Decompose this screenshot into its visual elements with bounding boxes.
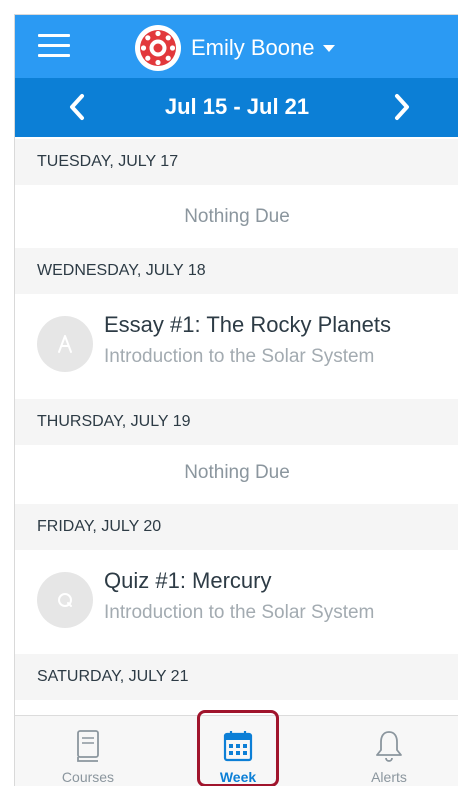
user-switcher[interactable]: Emily Boone [135, 25, 335, 71]
quiz-item[interactable]: Quiz #1: Mercury Introduction to the Sol… [15, 552, 458, 632]
day-header: THURSDAY, JULY 19 [15, 399, 458, 445]
course-name: Introduction to the Solar System [104, 346, 375, 367]
user-name: Emily Boone [191, 35, 315, 60]
assignment-title: Essay #1: The Rocky Planets [104, 312, 391, 337]
canvas-logo-icon [135, 25, 181, 71]
bell-icon [376, 731, 402, 762]
quiz-icon [37, 572, 93, 628]
menu-button[interactable] [38, 34, 70, 58]
day-header: TUESDAY, JULY 17 [15, 139, 458, 185]
tab-label: Courses [61, 769, 115, 785]
next-week-button[interactable] [385, 91, 417, 123]
menu-line [38, 54, 70, 57]
tab-courses[interactable]: Courses [28, 716, 148, 786]
nothing-due-label: Nothing Due [184, 206, 290, 227]
menu-line [38, 44, 70, 47]
week-agenda-list[interactable]: TUESDAY, JULY 17 Nothing Due WEDNESDAY, … [15, 137, 458, 711]
tab-week[interactable]: Week [178, 716, 298, 786]
menu-line [38, 34, 70, 37]
course-name: Introduction to the Solar System [104, 602, 375, 623]
app-screen: Emily Boone Jul 15 - Jul 21 TUESDAY, JUL… [14, 14, 458, 786]
calendar-icon [223, 731, 253, 762]
quiz-title: Quiz #1: Mercury [104, 568, 272, 593]
bottom-tab-bar: Courses Week Alerts [15, 715, 458, 786]
chevron-right-icon [395, 94, 409, 120]
tab-label: Week [219, 769, 257, 785]
day-header: WEDNESDAY, JULY 18 [15, 248, 458, 294]
book-icon [77, 730, 99, 762]
chevron-down-icon [322, 44, 335, 52]
tab-label: Alerts [371, 769, 407, 785]
day-header: FRIDAY, JULY 20 [15, 504, 458, 550]
assignment-icon [37, 316, 93, 372]
nothing-due-label: Nothing Due [184, 462, 290, 483]
day-header: SATURDAY, JULY 21 [15, 654, 458, 700]
top-bar: Emily Boone [15, 15, 458, 78]
week-navigation-bar: Jul 15 - Jul 21 [15, 78, 458, 137]
tab-alerts[interactable]: Alerts [329, 716, 449, 786]
assignment-item[interactable]: Essay #1: The Rocky Planets Introduction… [15, 296, 458, 376]
